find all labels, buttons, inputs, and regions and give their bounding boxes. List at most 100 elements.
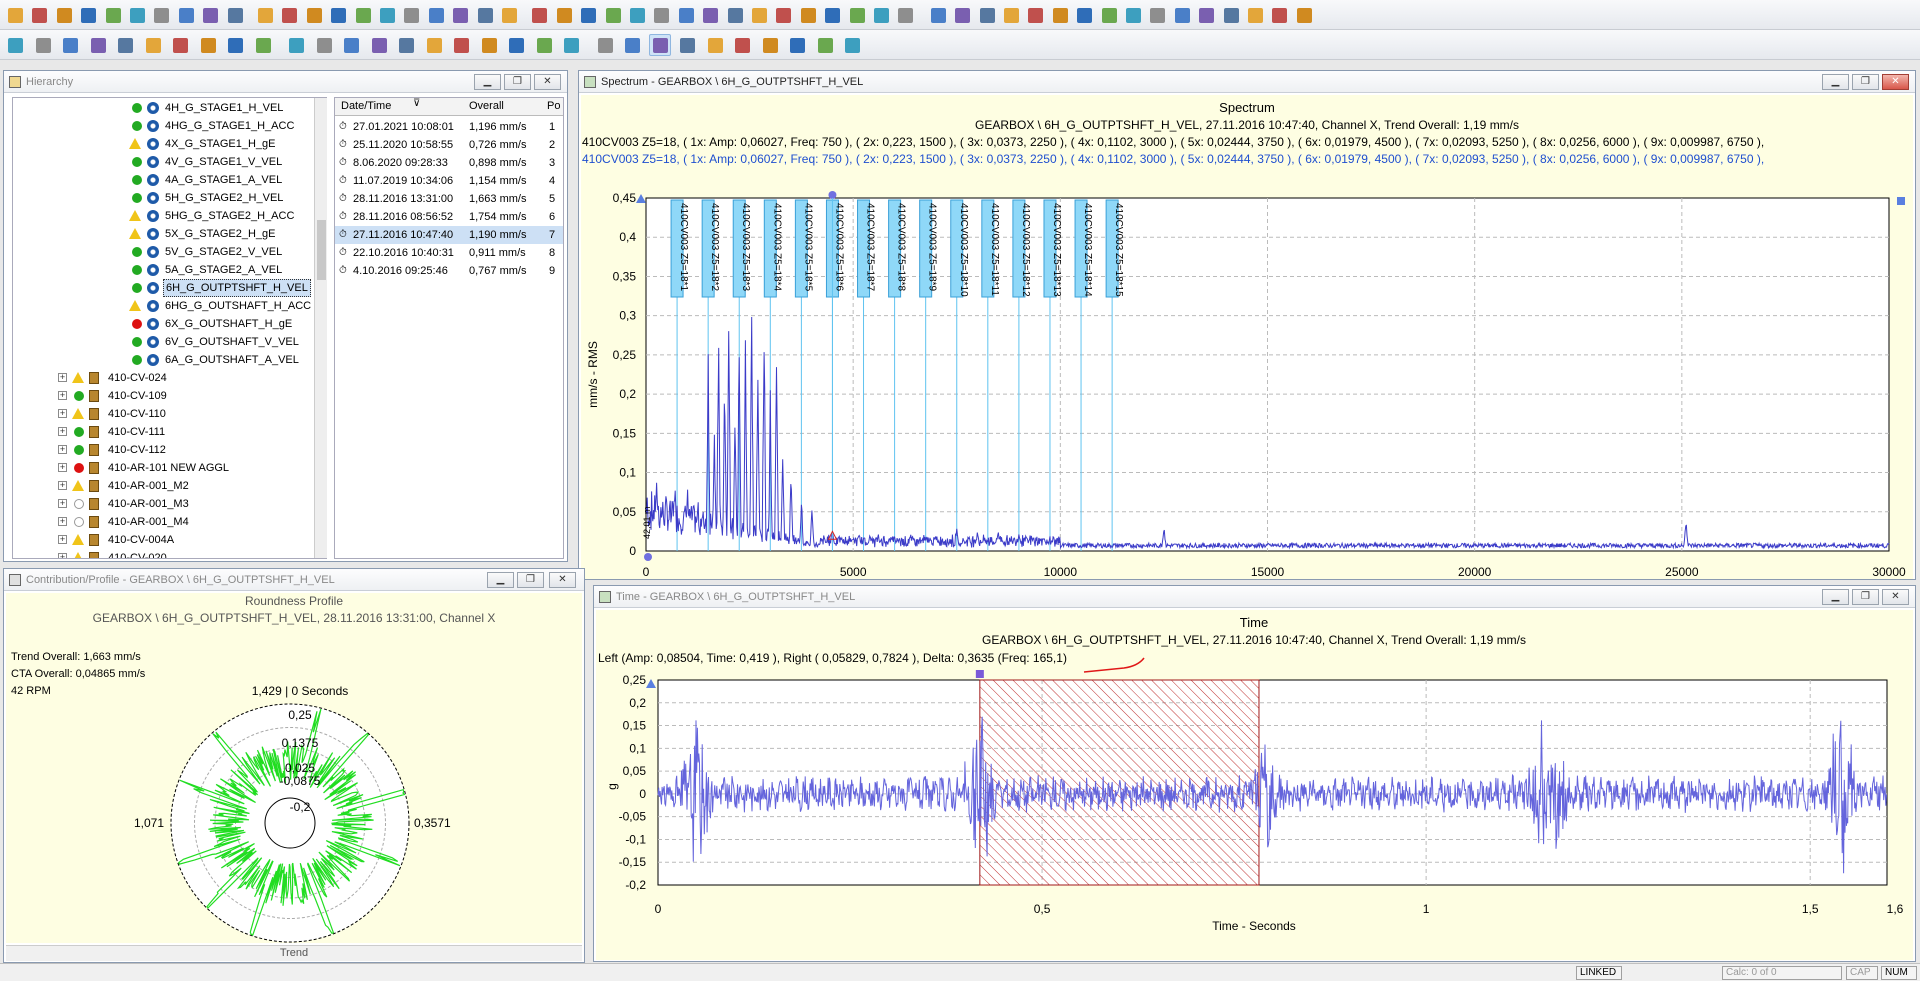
main-tool-icon-47[interactable]	[1146, 4, 1168, 26]
main-tool-icon-41[interactable]	[1000, 4, 1022, 26]
expand-icon[interactable]: +	[58, 481, 67, 490]
history-row[interactable]: ⏱ 28.11.2016 13:31:00 1,663 mm/s 5	[335, 190, 563, 208]
tree-machine-410-cv-112[interactable]: +410-CV-112	[13, 441, 313, 459]
main-tool-icon-52[interactable]	[1268, 4, 1290, 26]
main-tool-icon-31[interactable]	[748, 4, 770, 26]
expand-icon[interactable]: +	[58, 499, 67, 508]
main-tool-icon-43[interactable]	[1049, 4, 1071, 26]
expand-icon[interactable]: +	[58, 553, 67, 558]
main-tool-icon-17[interactable]	[400, 4, 422, 26]
main-tool-icon-25[interactable]	[602, 4, 624, 26]
plot-tool-icon-20[interactable]	[533, 34, 555, 56]
tree-point-4x_g_stage1_h_ge[interactable]: 4X_G_STAGE1_H_gE	[13, 135, 313, 153]
main-tool-icon-42[interactable]	[1024, 4, 1046, 26]
main-tool-icon-16[interactable]	[376, 4, 398, 26]
profile-footer-tab[interactable]: Trend	[6, 945, 582, 961]
expand-icon[interactable]: +	[58, 391, 67, 400]
tree-point-5v_g_stage2_v_vel[interactable]: 5V_G_STAGE2_V_VEL	[13, 243, 313, 261]
plot-tool-icon-29[interactable]	[786, 34, 808, 56]
tree-point-6a_g_outshaft_a_vel[interactable]: 6A_G_OUTSHAFT_A_VEL	[13, 351, 313, 369]
plot-tool-icon-19[interactable]	[505, 34, 527, 56]
close-button[interactable]: ✕	[1882, 74, 1909, 90]
expand-icon[interactable]: +	[58, 535, 67, 544]
plot-tool-icon-30[interactable]	[814, 34, 836, 56]
time-waveform-chart[interactable]: Time GEARBOX \ 6H_G_OUTPTSHFT_H_VEL, 27.1…	[596, 610, 1913, 960]
tree-point-4hg_g_stage1_h_acc[interactable]: 4HG_G_STAGE1_H_ACC	[13, 117, 313, 135]
plot-tool-icon-24[interactable]	[648, 34, 671, 56]
main-tool-icon-24[interactable]	[577, 4, 599, 26]
main-tool-icon-3[interactable]	[53, 4, 75, 26]
plot-tool-icon-25[interactable]	[676, 34, 698, 56]
plot-tool-icon-14[interactable]	[368, 34, 390, 56]
right-scale-handle[interactable]	[1897, 197, 1905, 205]
minimize-button[interactable]: ▁	[474, 74, 501, 90]
main-tool-icon-45[interactable]	[1098, 4, 1120, 26]
main-tool-icon-20[interactable]	[474, 4, 496, 26]
tree-machine-410-cv-110[interactable]: +410-CV-110	[13, 405, 313, 423]
main-tool-icon-36[interactable]	[870, 4, 892, 26]
tree-scroll-thumb[interactable]	[317, 220, 326, 280]
tree-machine-410-ar-001_m2[interactable]: +410-AR-001_M2	[13, 477, 313, 495]
col-datetime[interactable]: Date/Time	[341, 100, 391, 112]
expand-icon[interactable]: +	[58, 427, 67, 436]
main-tool-icon-32[interactable]	[772, 4, 794, 26]
main-tool-icon-46[interactable]	[1122, 4, 1144, 26]
tree-point-4a_g_stage1_a_vel[interactable]: 4A_G_STAGE1_A_VEL	[13, 171, 313, 189]
tree-point-5x_g_stage2_h_ge[interactable]: 5X_G_STAGE2_H_gE	[13, 225, 313, 243]
close-button[interactable]: ✕	[1882, 589, 1909, 605]
main-tool-icon-2[interactable]	[28, 4, 50, 26]
tree-point-6v_g_outshaft_v_vel[interactable]: 6V_G_OUTSHAFT_V_VEL	[13, 333, 313, 351]
plot-tool-icon-1[interactable]	[4, 34, 26, 56]
main-tool-icon-23[interactable]	[553, 4, 575, 26]
main-tool-icon-11[interactable]	[254, 4, 276, 26]
restore-button[interactable]: ❐	[1852, 74, 1879, 90]
plot-tool-icon-6[interactable]	[142, 34, 164, 56]
tree-point-6hg_g_outshaft_h_acc[interactable]: 6HG_G_OUTSHAFT_H_ACC	[13, 297, 313, 315]
main-tool-icon-44[interactable]	[1073, 4, 1095, 26]
expand-icon[interactable]: +	[58, 373, 67, 382]
main-tool-icon-14[interactable]	[327, 4, 349, 26]
tree-point-4v_g_stage1_v_vel[interactable]: 4V_G_STAGE1_V_VEL	[13, 153, 313, 171]
tree-scrollbar[interactable]	[314, 98, 327, 558]
expand-icon[interactable]: +	[58, 409, 67, 418]
tree-machine-410-cv-024[interactable]: +410-CV-024	[13, 369, 313, 387]
tree-machine-410-ar-001_m3[interactable]: +410-AR-001_M3	[13, 495, 313, 513]
plot-tool-icon-4[interactable]	[87, 34, 109, 56]
minimize-button[interactable]: ▁	[487, 572, 514, 588]
main-tool-icon-18[interactable]	[425, 4, 447, 26]
plot-tool-icon-16[interactable]	[423, 34, 445, 56]
plot-tool-icon-11[interactable]	[285, 34, 307, 56]
col-overall[interactable]: Overall	[469, 100, 504, 112]
history-row[interactable]: ⏱ 28.11.2016 08:56:52 1,754 mm/s 6	[335, 208, 563, 226]
col-po[interactable]: Po	[547, 100, 560, 112]
restore-button[interactable]: ❐	[1852, 589, 1879, 605]
main-tool-icon-19[interactable]	[449, 4, 471, 26]
main-tool-icon-6[interactable]	[126, 4, 148, 26]
main-tool-icon-39[interactable]	[951, 4, 973, 26]
roundness-profile-chart[interactable]: Roundness Profile GEARBOX \ 6H_G_OUTPTSHF…	[0, 593, 582, 960]
tree-point-6x_g_outshaft_h_ge[interactable]: 6X_G_OUTSHAFT_H_gE	[13, 315, 313, 333]
history-row[interactable]: ⏱ 27.11.2016 10:47:40 1,190 mm/s 7	[335, 226, 563, 244]
main-tool-icon-40[interactable]	[976, 4, 998, 26]
main-tool-icon-8[interactable]	[175, 4, 197, 26]
expand-icon[interactable]: +	[58, 445, 67, 454]
main-tool-icon-49[interactable]	[1195, 4, 1217, 26]
tree-point-5h_g_stage2_h_vel[interactable]: 5H_G_STAGE2_H_VEL	[13, 189, 313, 207]
main-tool-icon-30[interactable]	[724, 4, 746, 26]
main-tool-icon-26[interactable]	[626, 4, 648, 26]
main-tool-icon-15[interactable]	[352, 4, 374, 26]
main-tool-icon-33[interactable]	[797, 4, 819, 26]
main-tool-icon-34[interactable]	[821, 4, 843, 26]
restore-button[interactable]: ❐	[504, 74, 531, 90]
tree-machine-410-cv-109[interactable]: +410-CV-109	[13, 387, 313, 405]
main-tool-icon-10[interactable]	[224, 4, 246, 26]
expand-icon[interactable]: +	[58, 517, 67, 526]
plot-tool-icon-5[interactable]	[114, 34, 136, 56]
main-tool-icon-37[interactable]	[894, 4, 916, 26]
minimize-button[interactable]: ▁	[1822, 589, 1849, 605]
tree-machine-410-cv-111[interactable]: +410-CV-111	[13, 423, 313, 441]
x-start-handle[interactable]	[644, 553, 652, 561]
main-tool-icon-38[interactable]	[927, 4, 949, 26]
history-row[interactable]: ⏱ 27.01.2021 10:08:01 1,196 mm/s 1	[335, 118, 563, 136]
main-tool-icon-22[interactable]	[528, 4, 550, 26]
